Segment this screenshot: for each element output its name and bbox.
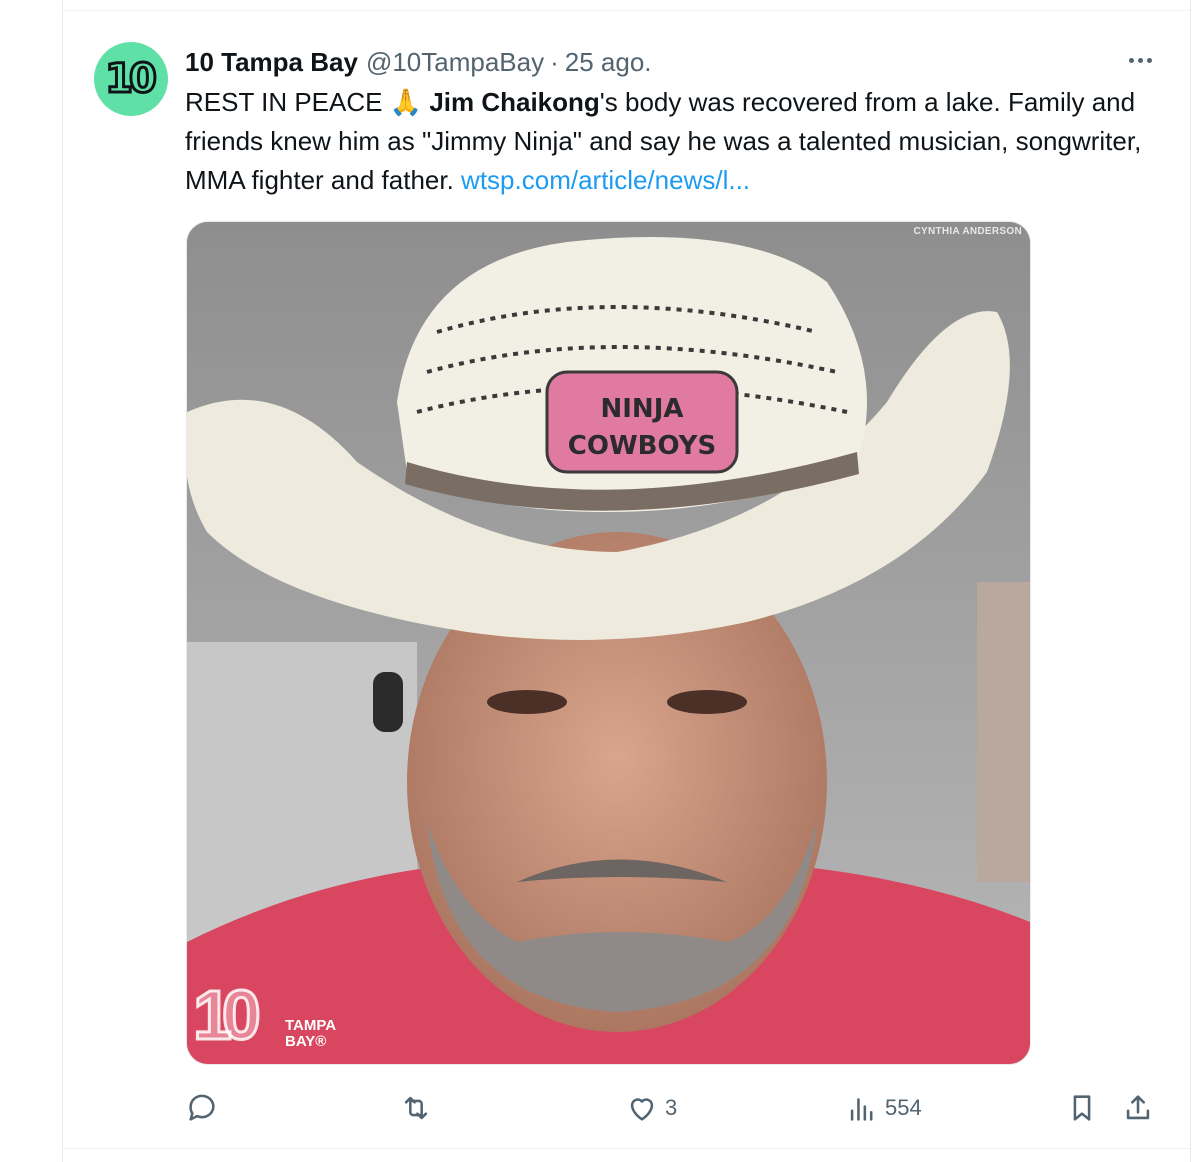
bookmark-button[interactable]	[1065, 1086, 1099, 1130]
tweet-photo[interactable]: NINJA COWBOYS CYNTHIA ANDERSON 10 TAMPA …	[186, 221, 1031, 1065]
hat-patch-line1: NINJA	[601, 394, 684, 424]
watermark-line2: BAY®	[285, 1033, 327, 1050]
left-border	[62, 0, 63, 1162]
reply-button[interactable]	[185, 1086, 225, 1130]
like-icon	[630, 1098, 654, 1121]
author-handle[interactable]: @10TampaBay	[366, 47, 544, 78]
tweet-header: 10 Tampa Bay @10TampaBay · 25 ago.	[185, 44, 652, 80]
bookmark-icon	[1073, 1095, 1091, 1121]
right-border	[1190, 0, 1191, 1162]
watermark-text: TAMPA BAY®	[285, 1018, 336, 1050]
views-count: 554	[885, 1095, 922, 1120]
pray-emoji: 🙏	[389, 87, 423, 117]
tweet-date[interactable]: 25 ago.	[565, 47, 652, 78]
views-icon	[850, 1098, 873, 1121]
photo-credit: CYNTHIA ANDERSON	[913, 226, 1022, 237]
watermark-number: 10	[192, 976, 263, 1054]
bottom-divider	[62, 1148, 1190, 1149]
hat-patch-line2: COWBOYS	[568, 431, 716, 461]
text-prefix: REST IN PEACE	[185, 87, 383, 117]
share-button[interactable]	[1121, 1086, 1155, 1130]
tweet-text: REST IN PEACE 🙏 Jim Chaikong's body was …	[185, 83, 1175, 200]
retweet-icon	[404, 1096, 428, 1120]
retweet-button[interactable]	[399, 1086, 439, 1130]
author-name[interactable]: 10 Tampa Bay	[185, 47, 358, 78]
separator-dot: ·	[550, 46, 559, 77]
avatar[interactable]: 10	[94, 42, 168, 116]
watermark-line1: TAMPA	[285, 1017, 337, 1034]
like-count: 3	[665, 1095, 678, 1120]
share-icon	[1126, 1095, 1150, 1120]
ten-logo-icon: 10	[104, 55, 159, 104]
top-divider	[62, 10, 1190, 11]
tweet-actions: 3 554	[185, 1086, 1165, 1130]
reply-icon	[189, 1094, 215, 1121]
more-icon[interactable]	[1122, 42, 1158, 78]
views-button[interactable]: 554	[845, 1086, 922, 1130]
mentioned-name: Jim Chaikong	[429, 87, 600, 117]
like-button[interactable]: 3	[625, 1086, 677, 1130]
article-link[interactable]: wtsp.com/article/news/l...	[461, 165, 750, 195]
photo-illustration: NINJA COWBOYS	[187, 222, 1030, 1064]
